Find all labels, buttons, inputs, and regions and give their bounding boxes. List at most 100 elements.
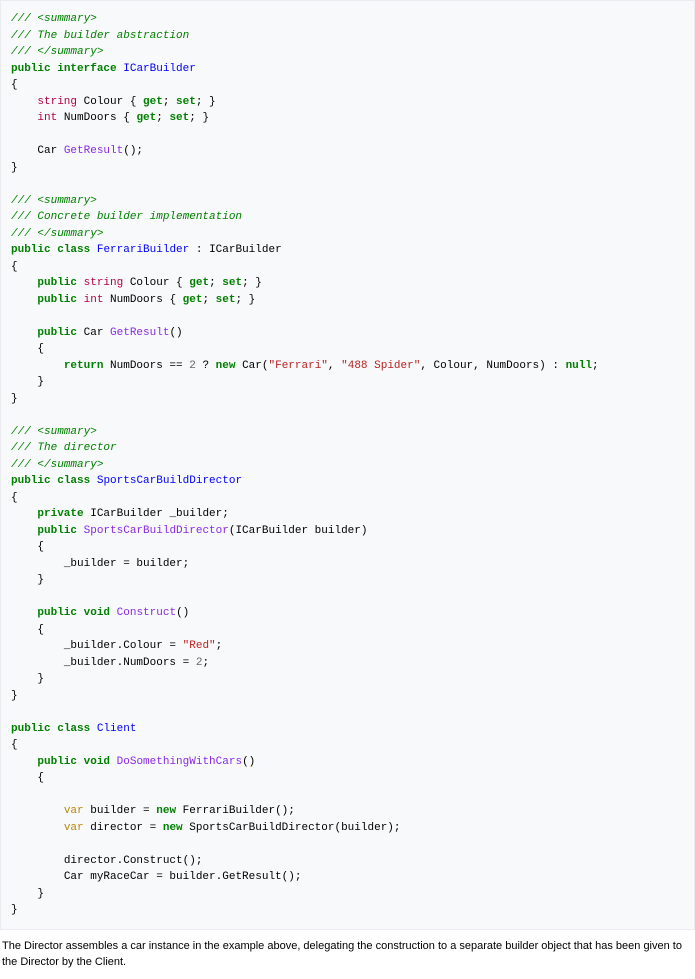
keyword: public <box>37 294 77 306</box>
code-text: NumDoors == <box>103 360 189 372</box>
number: 2 <box>189 360 196 372</box>
keyword: void <box>84 607 110 619</box>
code-text: ; } <box>242 277 262 289</box>
keyword: set <box>176 96 196 108</box>
brace: { <box>11 79 18 91</box>
comment: /// Concrete builder implementation <box>11 211 242 223</box>
code-text: FerrariBuilder(); <box>176 805 295 817</box>
type-name: SportsCarBuildDirector <box>97 475 242 487</box>
code-text: Colour { <box>77 96 143 108</box>
keyword: public <box>37 277 77 289</box>
brace: { <box>37 624 44 636</box>
comment: /// </summary> <box>11 228 103 240</box>
code-text: builder = <box>84 805 157 817</box>
code-text: ; <box>216 640 223 652</box>
code-text: ; <box>202 294 215 306</box>
code-text: director.Construct(); <box>64 855 203 867</box>
brace: } <box>11 162 18 174</box>
code-text: (); <box>123 145 143 157</box>
code-text: ; <box>163 96 176 108</box>
keyword: private <box>37 508 83 520</box>
keyword: public <box>37 756 77 768</box>
code-block: /// <summary> /// The builder abstractio… <box>0 0 695 930</box>
keyword: new <box>163 822 183 834</box>
brace: } <box>37 376 44 388</box>
code-text: ICarBuilder _builder; <box>84 508 229 520</box>
keyword: public <box>37 607 77 619</box>
code-text: Car <box>37 145 63 157</box>
brace: } <box>11 393 18 405</box>
type: int <box>84 294 104 306</box>
keyword: get <box>183 294 203 306</box>
string: "Ferrari" <box>269 360 328 372</box>
type-name: ICarBuilder <box>123 63 196 75</box>
keyword: interface <box>57 63 116 75</box>
code-text: ? <box>196 360 216 372</box>
keyword: public <box>11 475 51 487</box>
method: Construct <box>117 607 176 619</box>
brace: { <box>11 261 18 273</box>
code-text: () <box>242 756 255 768</box>
code-text: ; <box>592 360 599 372</box>
code-text: ; } <box>196 96 216 108</box>
comment: /// The builder abstraction <box>11 30 189 42</box>
code-text: ; <box>156 112 169 124</box>
method: DoSomethingWithCars <box>117 756 242 768</box>
keyword: void <box>84 756 110 768</box>
code-text: ; <box>202 657 209 669</box>
var: var <box>64 805 84 817</box>
method: GetResult <box>110 327 169 339</box>
code-text: () <box>169 327 182 339</box>
comment: /// <summary> <box>11 13 97 25</box>
code-text: NumDoors { <box>57 112 136 124</box>
string: "Red" <box>183 640 216 652</box>
type: string <box>37 96 77 108</box>
code-text: ; <box>209 277 222 289</box>
type-name: Client <box>97 723 137 735</box>
comment: /// The director <box>11 442 117 454</box>
keyword: class <box>57 244 90 256</box>
keyword: public <box>11 723 51 735</box>
brace: { <box>11 492 18 504</box>
method: SportsCarBuildDirector <box>84 525 229 537</box>
code-text: Car <box>77 327 110 339</box>
comment: /// </summary> <box>11 459 103 471</box>
keyword: set <box>222 277 242 289</box>
var: var <box>64 822 84 834</box>
code-text: : ICarBuilder <box>189 244 281 256</box>
keyword: new <box>216 360 236 372</box>
brace: { <box>37 343 44 355</box>
type: int <box>37 112 57 124</box>
code-text: ; } <box>189 112 209 124</box>
code-text: _builder = builder; <box>64 558 189 570</box>
keyword: class <box>57 475 90 487</box>
comment: /// <summary> <box>11 195 97 207</box>
keyword: public <box>11 244 51 256</box>
keyword: class <box>57 723 90 735</box>
code-text: Car( <box>235 360 268 372</box>
code-text: () <box>176 607 189 619</box>
brace: } <box>11 690 18 702</box>
brace: { <box>37 772 44 784</box>
string: "488 Spider" <box>341 360 420 372</box>
code-text: (ICarBuilder builder) <box>229 525 368 537</box>
keyword: public <box>11 63 51 75</box>
brace: } <box>37 888 44 900</box>
type-name: FerrariBuilder <box>97 244 189 256</box>
keyword: new <box>156 805 176 817</box>
brace: { <box>11 739 18 751</box>
keyword: get <box>136 112 156 124</box>
keyword: get <box>189 277 209 289</box>
comment: /// <summary> <box>11 426 97 438</box>
caption: The Director assembles a car instance in… <box>0 930 695 979</box>
code-text: _builder.Colour = <box>64 640 183 652</box>
keyword: get <box>143 96 163 108</box>
type: string <box>84 277 124 289</box>
keyword: public <box>37 525 77 537</box>
code-text: ; } <box>235 294 255 306</box>
code-text: director = <box>84 822 163 834</box>
code-text: , <box>328 360 341 372</box>
code-text: _builder.NumDoors = <box>64 657 196 669</box>
method: GetResult <box>64 145 123 157</box>
brace: { <box>37 541 44 553</box>
